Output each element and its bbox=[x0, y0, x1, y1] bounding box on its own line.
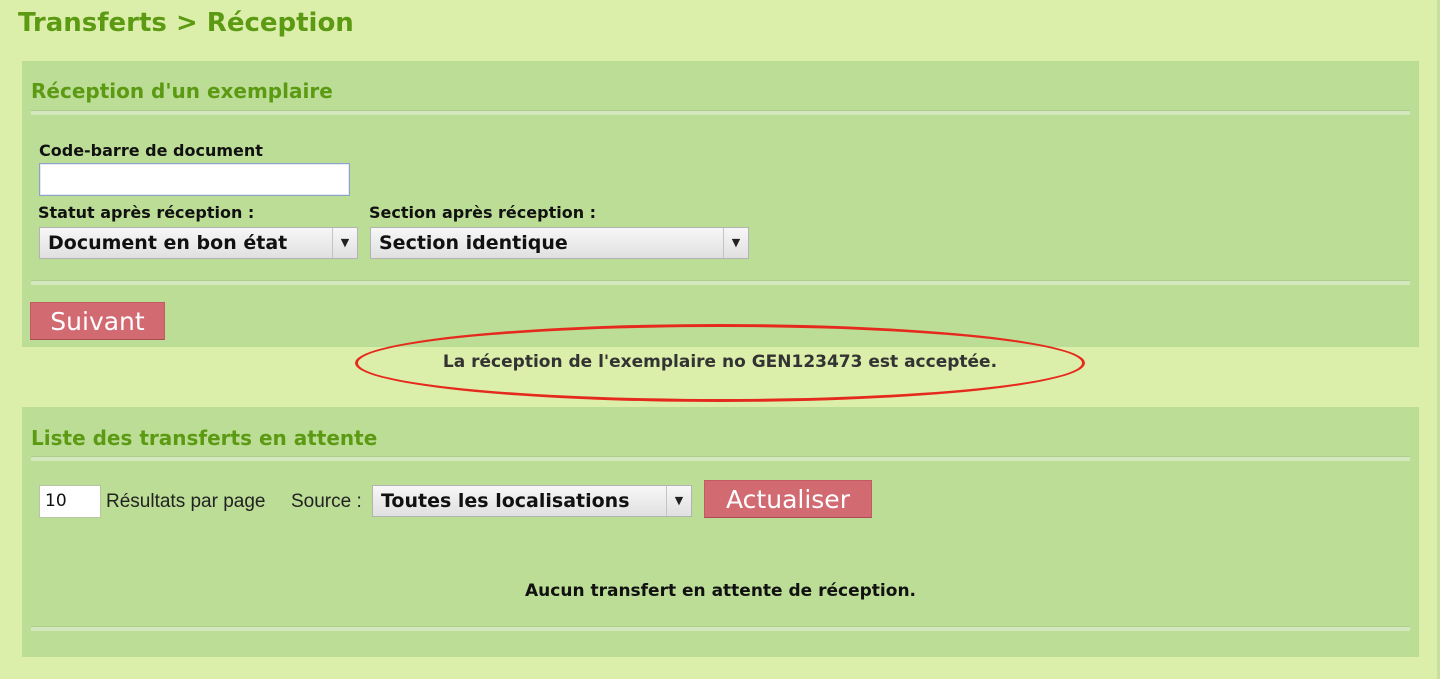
status-select-value: Document en bon état bbox=[48, 232, 288, 254]
per-page-input[interactable]: 10 bbox=[39, 485, 101, 518]
section-select[interactable]: Section identique ▼ bbox=[370, 227, 749, 259]
chevron-down-icon: ▼ bbox=[332, 228, 357, 258]
divider bbox=[31, 280, 1410, 285]
refresh-button[interactable]: Actualiser bbox=[704, 480, 872, 518]
empty-message: Aucun transfert en attente de réception. bbox=[525, 581, 916, 601]
divider bbox=[31, 110, 1410, 115]
barcode-input[interactable] bbox=[39, 163, 350, 196]
barcode-label: Code-barre de document bbox=[39, 141, 263, 160]
section-label: Section après réception : bbox=[369, 203, 597, 222]
pending-panel: Liste des transferts en attente 10 Résul… bbox=[22, 407, 1419, 657]
reception-panel-title: Réception d'un exemplaire bbox=[31, 79, 333, 103]
section-select-value: Section identique bbox=[379, 232, 568, 254]
page-title: Transferts > Réception bbox=[18, 8, 354, 38]
status-select[interactable]: Document en bon état ▼ bbox=[39, 227, 358, 259]
highlight-ellipse bbox=[355, 324, 1085, 402]
per-page-label: Résultats par page bbox=[106, 491, 266, 512]
divider bbox=[31, 626, 1410, 631]
source-select[interactable]: Toutes les localisations ▼ bbox=[372, 485, 692, 517]
pending-panel-title: Liste des transferts en attente bbox=[31, 426, 378, 450]
reception-panel: Réception d'un exemplaire Code-barre de … bbox=[22, 61, 1419, 347]
status-label: Statut après réception : bbox=[38, 203, 255, 222]
source-label: Source : bbox=[291, 491, 362, 512]
source-select-value: Toutes les localisations bbox=[381, 490, 630, 512]
chevron-down-icon: ▼ bbox=[723, 228, 748, 258]
chevron-down-icon: ▼ bbox=[666, 486, 691, 516]
divider bbox=[31, 456, 1410, 461]
next-button[interactable]: Suivant bbox=[30, 302, 165, 340]
